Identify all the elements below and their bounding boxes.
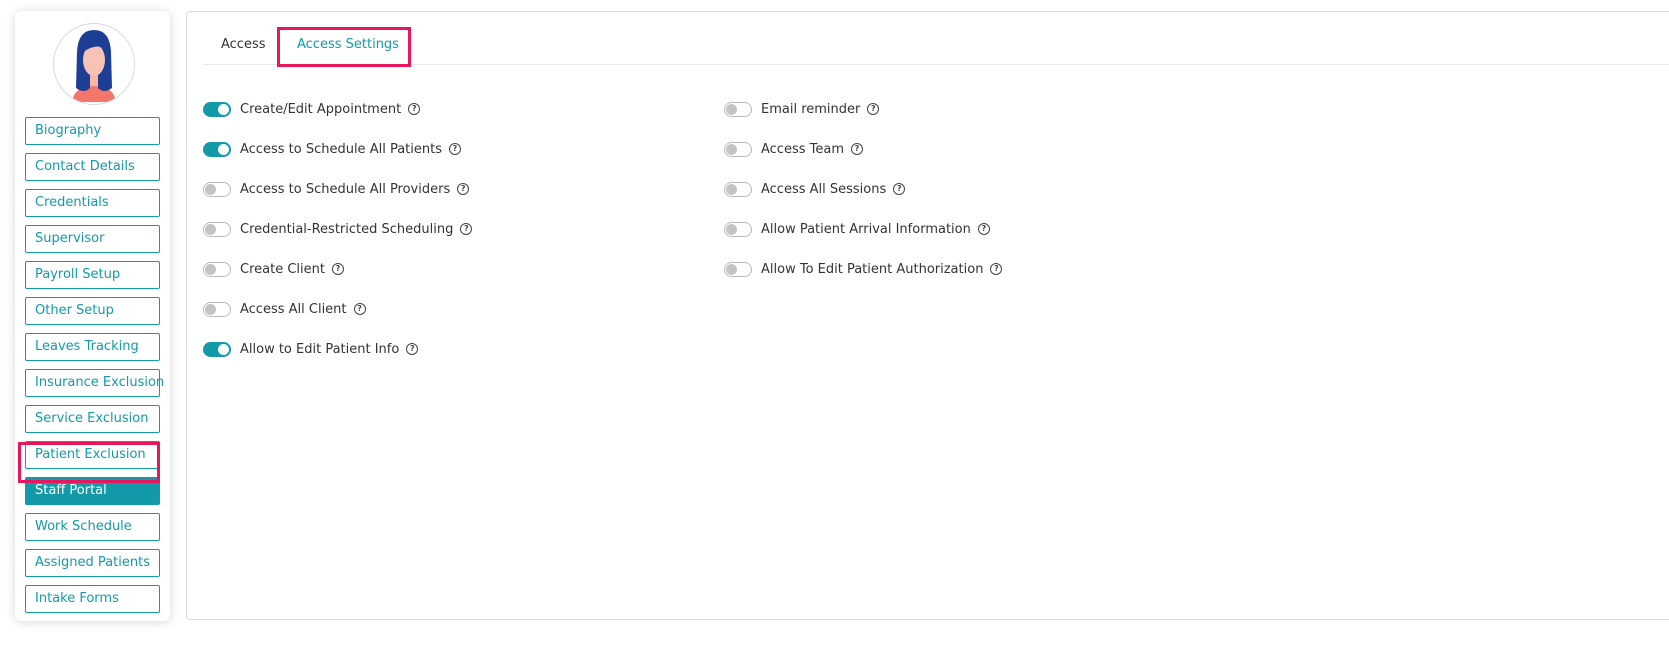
sidebar-item-contact-details[interactable]: Contact Details (25, 153, 160, 181)
access-to-schedule-all-patients-toggle[interactable] (203, 141, 231, 157)
female-user-avatar-icon (53, 23, 135, 105)
allow-to-edit-patient-info-toggle[interactable] (203, 341, 231, 357)
question-circle-icon[interactable]: ? (406, 343, 419, 355)
access-team-toggle[interactable] (724, 141, 752, 157)
setting-label: Allow To Edit Patient Authorization (761, 261, 984, 277)
question-circle-icon[interactable]: ? (408, 103, 421, 115)
sidebar-item-work-schedule[interactable]: Work Schedule (25, 513, 160, 541)
toggle-knob (218, 143, 229, 155)
setting-access-all-sessions: Access All Sessions? (724, 179, 906, 199)
toggle-knob (218, 103, 229, 115)
tab-access[interactable]: Access (221, 37, 266, 52)
question-circle-icon[interactable]: ? (977, 223, 990, 235)
toggle-knob (205, 183, 216, 195)
access-to-schedule-all-providers-toggle[interactable] (203, 181, 231, 197)
question-circle-icon[interactable]: ? (893, 183, 906, 195)
setting-allow-to-edit-patient-authorization: Allow To Edit Patient Authorization? (724, 259, 1003, 279)
question-circle-icon[interactable]: ? (851, 143, 863, 155)
tab-access-settings[interactable]: Access Settings (297, 37, 399, 52)
setting-label: Access Team (761, 141, 844, 157)
email-reminder-toggle[interactable] (724, 101, 752, 117)
sidebar-item-intake-forms[interactable]: Intake Forms (25, 585, 160, 613)
setting-allow-patient-arrival-information: Allow Patient Arrival Information? (724, 219, 990, 239)
create-client-toggle[interactable] (203, 261, 231, 277)
sidebar-item-payroll-setup[interactable]: Payroll Setup (25, 261, 160, 289)
main-panel: Access Access Settings Create/Edit Appoi… (186, 11, 1669, 620)
credential-restricted-scheduling-toggle[interactable] (203, 221, 231, 237)
sidebar-item-staff-portal[interactable]: Staff Portal (25, 477, 160, 505)
sidebar-item-service-exclusion[interactable]: Service Exclusion (25, 405, 160, 433)
create-edit-appointment-toggle[interactable] (203, 101, 231, 117)
toggle-knob (726, 103, 737, 115)
question-circle-icon[interactable]: ? (353, 303, 366, 315)
question-circle-icon[interactable]: ? (448, 143, 461, 155)
sidebar-item-leaves-tracking[interactable]: Leaves Tracking (25, 333, 160, 361)
toggle-knob (218, 343, 229, 355)
setting-access-all-client: Access All Client? (203, 299, 366, 319)
question-circle-icon[interactable]: ? (867, 103, 880, 115)
setting-label: Create Client (240, 261, 325, 277)
setting-create-edit-appointment: Create/Edit Appointment? (203, 99, 421, 119)
sidebar-item-biography[interactable]: Biography (25, 117, 160, 145)
setting-email-reminder: Email reminder? (724, 99, 880, 119)
setting-allow-to-edit-patient-info: Allow to Edit Patient Info? (203, 339, 419, 359)
setting-label: Access All Client (240, 301, 347, 317)
setting-label: Credential-Restricted Scheduling (240, 221, 454, 237)
tabs-divider (203, 64, 1669, 65)
setting-label: Allow Patient Arrival Information (761, 221, 971, 237)
setting-access-to-schedule-all-patients: Access to Schedule All Patients? (203, 139, 461, 159)
setting-label: Create/Edit Appointment (240, 101, 402, 117)
sidebar-item-other-setup[interactable]: Other Setup (25, 297, 160, 325)
access-all-client-toggle[interactable] (203, 301, 231, 317)
allow-patient-arrival-information-toggle[interactable] (724, 221, 752, 237)
question-circle-icon[interactable]: ? (331, 263, 344, 275)
setting-label: Access All Sessions (761, 181, 887, 197)
sidebar-item-credentials[interactable]: Credentials (25, 189, 160, 217)
question-circle-icon[interactable]: ? (460, 223, 473, 235)
sidebar-item-patient-exclusion[interactable]: Patient Exclusion (25, 441, 160, 469)
setting-access-to-schedule-all-providers: Access to Schedule All Providers? (203, 179, 470, 199)
sidebar-item-insurance-exclusion[interactable]: Insurance Exclusion (25, 369, 164, 397)
toggle-knob (205, 263, 216, 275)
toggle-knob (205, 223, 216, 235)
profile-sidebar: Biography Contact Details Credentials Super… (15, 11, 170, 621)
setting-access-team: Access Team? (724, 139, 863, 159)
setting-label: Email reminder (761, 101, 861, 117)
toggle-knob (726, 263, 737, 275)
setting-label: Access to Schedule All Patients (240, 141, 442, 157)
toggle-knob (726, 183, 737, 195)
sidebar-item-assigned-patients[interactable]: Assigned Patients (25, 549, 160, 577)
setting-create-client: Create Client? (203, 259, 344, 279)
access-all-sessions-toggle[interactable] (724, 181, 752, 197)
setting-credential-restricted-scheduling: Credential-Restricted Scheduling? (203, 219, 473, 239)
allow-to-edit-patient-authorization-toggle[interactable] (724, 261, 752, 277)
setting-label: Allow to Edit Patient Info (240, 341, 400, 357)
toggle-knob (726, 143, 737, 155)
toggle-knob (726, 223, 737, 235)
sidebar-item-supervisor[interactable]: Supervisor (25, 225, 160, 253)
question-circle-icon[interactable]: ? (457, 183, 470, 195)
question-circle-icon[interactable]: ? (990, 263, 1003, 275)
setting-label: Access to Schedule All Providers (240, 181, 451, 197)
toggle-knob (205, 303, 216, 315)
